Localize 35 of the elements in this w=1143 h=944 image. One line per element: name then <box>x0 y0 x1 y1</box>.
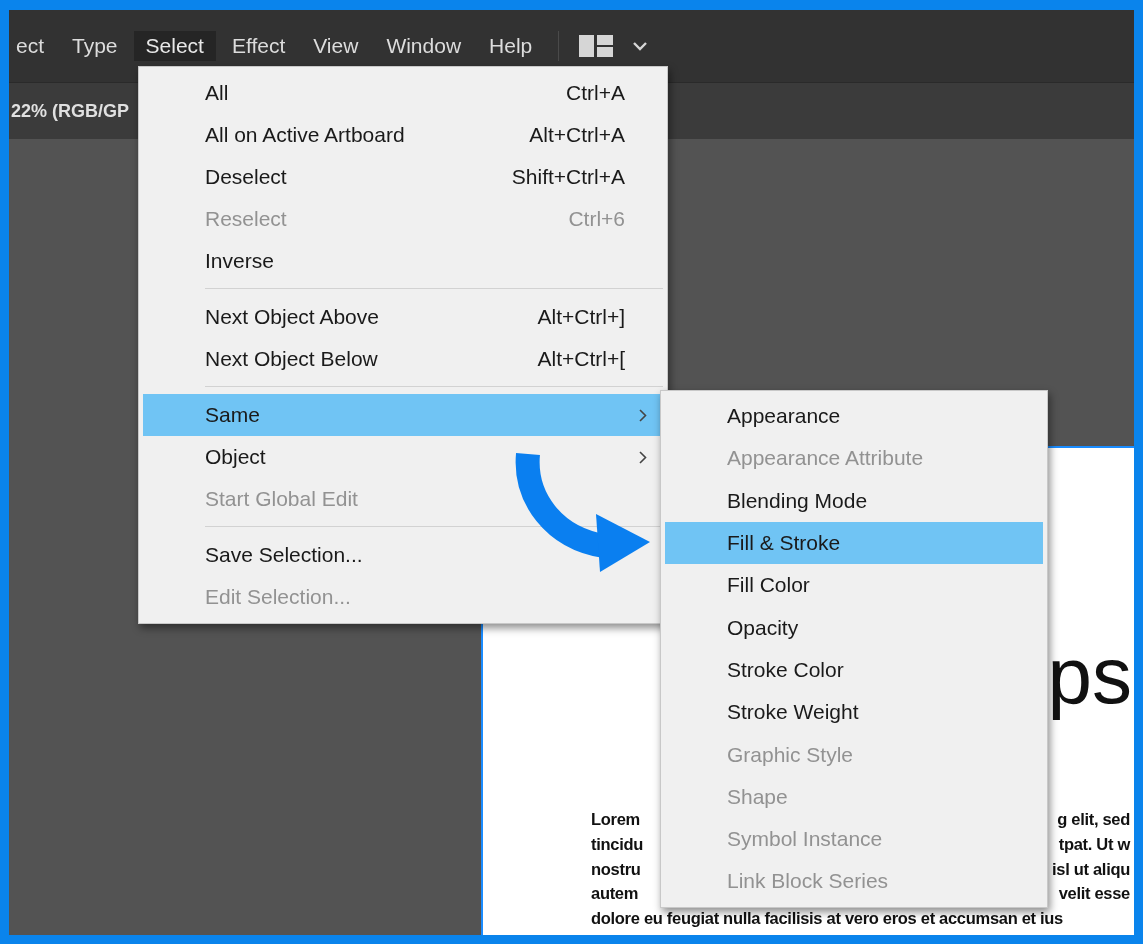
menu-bar-item[interactable]: Effect <box>219 31 298 61</box>
menu-item[interactable]: Deselect Shift+Ctrl+A <box>143 156 663 198</box>
menu-item[interactable]: Opacity <box>665 606 1043 649</box>
body-text: isl ut aliqu <box>1052 858 1130 880</box>
layout-icon[interactable] <box>579 35 614 57</box>
menu-item[interactable]: Same <box>143 394 663 436</box>
menu-item[interactable]: Next Object Below Alt+Ctrl+[ <box>143 338 663 380</box>
menu-item[interactable]: Blending Mode <box>665 479 1043 522</box>
menu-item[interactable]: Object <box>143 436 663 478</box>
body-text: nostru <box>591 858 641 880</box>
body-text: dolore eu feugiat nulla facilisis at vero eros et accumsan et ius <box>591 908 1063 930</box>
menu-bar-item[interactable]: View <box>301 31 371 61</box>
body-text: Lorem <box>591 809 640 830</box>
body-text: autem <box>591 883 639 905</box>
menu-item[interactable]: Save Selection... <box>143 534 663 576</box>
menu-item[interactable]: Stroke Color <box>665 648 1043 692</box>
menu-bar-item[interactable]: ect <box>9 31 56 61</box>
body-text: g elit, sed <box>1057 809 1130 830</box>
menu-bar-item[interactable]: Window <box>374 31 474 61</box>
menu-bar-item[interactable]: Type <box>60 31 130 61</box>
body-text: tincidu <box>591 833 643 855</box>
menu-item[interactable]: All on Active Artboard Alt+Ctrl+A <box>143 114 663 156</box>
body-text: velit esse <box>1058 883 1130 905</box>
menu-item[interactable]: Fill & Stroke <box>665 521 1043 565</box>
menu-bar-item[interactable]: Select <box>133 31 216 61</box>
menu-item[interactable]: Inverse <box>143 240 663 282</box>
menu-item[interactable]: Stroke Weight <box>665 691 1043 734</box>
menu-item[interactable]: All Ctrl+A <box>143 72 663 114</box>
menu-bar-item[interactable]: Help <box>477 31 545 61</box>
body-text: tpat. Ut w <box>1058 833 1130 855</box>
document-tab[interactable]: 22% (RGB/GP <box>11 100 130 122</box>
menu-item[interactable]: Appearance <box>665 395 1043 438</box>
menu-item[interactable]: Fill Color <box>665 564 1043 607</box>
menu-item[interactable]: Next Object Above Alt+Ctrl+] <box>143 296 663 338</box>
chevron-down-icon[interactable] <box>633 41 648 51</box>
